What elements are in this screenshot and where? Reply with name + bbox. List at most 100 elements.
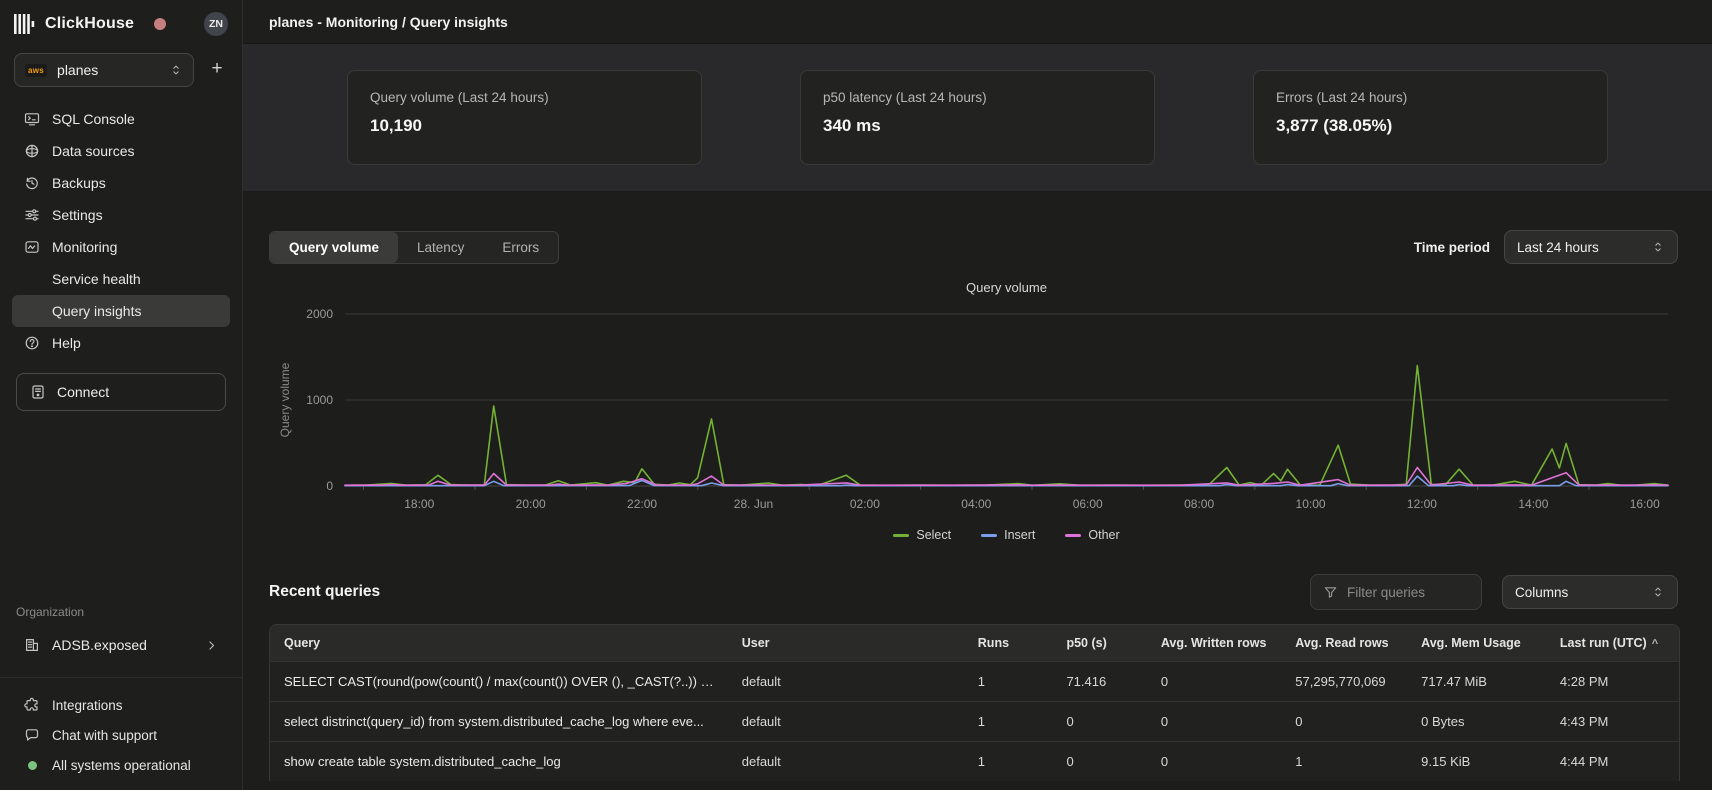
main-area: planes - Monitoring / Query insights Que… [243,0,1712,790]
svg-text:1000: 1000 [306,393,333,407]
filter-queries-input-wrap[interactable] [1310,574,1482,610]
sidebar-item-query-insights[interactable]: Query insights [12,295,230,327]
table-header-row: QueryUserRunsp50 (s)Avg. Written rowsAvg… [270,625,1679,661]
tab-query-volume[interactable]: Query volume [270,232,398,263]
query-volume-chart: 01000200018:0020:0022:0028. Jun02:0004:0… [243,276,1712,542]
sidebar-item-data-sources[interactable]: Data sources [12,135,230,167]
column-header[interactable]: Avg. Read rows [1281,625,1407,661]
chevron-updown-icon [1651,240,1665,254]
stat-label: p50 latency (Last 24 hours) [823,90,1132,105]
service-selector[interactable]: aws planes [14,53,194,87]
legend-label: Insert [1004,528,1035,542]
table-cell: default [728,701,964,741]
legend-item[interactable]: Other [1065,528,1119,542]
table-cell: default [728,661,964,701]
legend-item[interactable]: Insert [981,528,1035,542]
organization-name: ADSB.exposed [52,637,147,653]
table-cell: SELECT CAST(round(pow(count() / max(coun… [270,661,728,701]
table-cell: 0 [1147,741,1281,781]
sidebar-item-service-health[interactable]: Service health [12,263,230,295]
stat-value: 10,190 [370,116,679,136]
stat-label: Errors (Last 24 hours) [1276,90,1585,105]
chart-tabs: Query volume Latency Errors [269,231,559,264]
settings-icon [24,207,40,223]
svg-text:08:00: 08:00 [1184,497,1214,511]
legend-item[interactable]: Select [893,528,951,542]
monitoring-icon [24,239,40,255]
time-period-select[interactable]: Last 24 hours [1504,230,1678,264]
table-cell: 0 [1052,741,1146,781]
backups-icon [24,175,40,191]
table-cell: 71.416 [1052,661,1146,701]
legend-swatch [1065,534,1081,537]
svg-text:22:00: 22:00 [627,497,657,511]
tab-errors[interactable]: Errors [483,232,558,263]
footer-item-label: Chat with support [52,728,157,743]
sidebar-item-sql-console[interactable]: SQL Console [12,103,230,135]
table-cell: 1 [964,741,1053,781]
sidebar-item-label: SQL Console [52,111,135,127]
table-row[interactable]: select distrinct(query_id) from system.d… [270,701,1679,741]
table-row[interactable]: SELECT CAST(round(pow(count() / max(coun… [270,661,1679,701]
table-cell: 0 [1147,661,1281,701]
footer-item-label: Integrations [52,698,123,713]
operational-status-dot [28,761,37,770]
sidebar-item-label: Settings [52,207,103,223]
table-cell: 1 [964,661,1053,701]
sidebar-item-settings[interactable]: Settings [12,199,230,231]
table-cell: 0 [1052,701,1146,741]
column-header[interactable]: p50 (s) [1052,625,1146,661]
connect-label: Connect [57,384,109,400]
organization-item[interactable]: ADSB.exposed [12,629,230,661]
stat-value: 340 ms [823,116,1132,136]
column-header[interactable]: Query [270,625,728,661]
sidebar-item-chat-support[interactable]: Chat with support [12,720,230,750]
svg-text:Query volume: Query volume [278,362,292,437]
column-header[interactable]: Avg. Mem Usage [1407,625,1546,661]
system-status-item[interactable]: All systems operational [12,750,230,780]
sidebar-item-backups[interactable]: Backups [12,167,230,199]
sql-console-icon [24,111,40,127]
stat-card-query-volume: Query volume (Last 24 hours) 10,190 [347,70,702,165]
sidebar-item-label: Data sources [52,143,134,159]
svg-text:0: 0 [326,479,333,493]
sidebar-item-label: Service health [52,271,141,287]
column-header[interactable]: User [728,625,964,661]
sidebar-item-label: Monitoring [52,239,117,255]
sidebar-item-monitoring[interactable]: Monitoring [12,231,230,263]
stat-card-p50-latency: p50 latency (Last 24 hours) 340 ms [800,70,1155,165]
sidebar-item-integrations[interactable]: Integrations [12,690,230,720]
columns-select-label: Columns [1515,585,1568,600]
sidebar-nav: SQL Console Data sources Backups Setting… [0,103,242,359]
table-cell: 4:44 PM [1546,741,1679,781]
svg-text:20:00: 20:00 [516,497,546,511]
table-cell: show create table system.distributed_cac… [270,741,728,781]
table-cell: 9.15 KiB [1407,741,1546,781]
brand[interactable]: ClickHouse ZN [0,0,242,36]
column-header[interactable]: Last run (UTC)^ [1546,625,1679,661]
svg-text:2000: 2000 [306,307,333,321]
recent-queries-header: Recent queries Columns [243,574,1712,610]
data-sources-icon [24,143,40,159]
table-row[interactable]: show create table system.distributed_cac… [270,741,1679,781]
columns-select[interactable]: Columns [1502,575,1678,609]
table-cell: 1 [964,701,1053,741]
sidebar-item-help[interactable]: Help [12,327,230,359]
sidebar-item-label: Help [52,335,81,351]
add-service-button[interactable]: + [206,59,228,81]
avatar[interactable]: ZN [204,12,228,36]
integrations-icon [24,697,40,713]
stat-value: 3,877 (38.05%) [1276,116,1585,136]
brand-name: ClickHouse [45,15,134,33]
connect-button[interactable]: Connect [16,373,226,411]
column-header[interactable]: Runs [964,625,1053,661]
tab-latency[interactable]: Latency [398,232,483,263]
sort-asc-icon: ^ [1652,638,1658,650]
filter-queries-input[interactable] [1347,585,1469,600]
recent-queries-title: Recent queries [269,583,1310,601]
sidebar: ClickHouse ZN aws planes + SQL Console [0,0,243,790]
column-header[interactable]: Avg. Written rows [1147,625,1281,661]
legend-swatch [893,534,909,537]
svg-text:12:00: 12:00 [1407,497,1437,511]
table-cell: 0 [1147,701,1281,741]
